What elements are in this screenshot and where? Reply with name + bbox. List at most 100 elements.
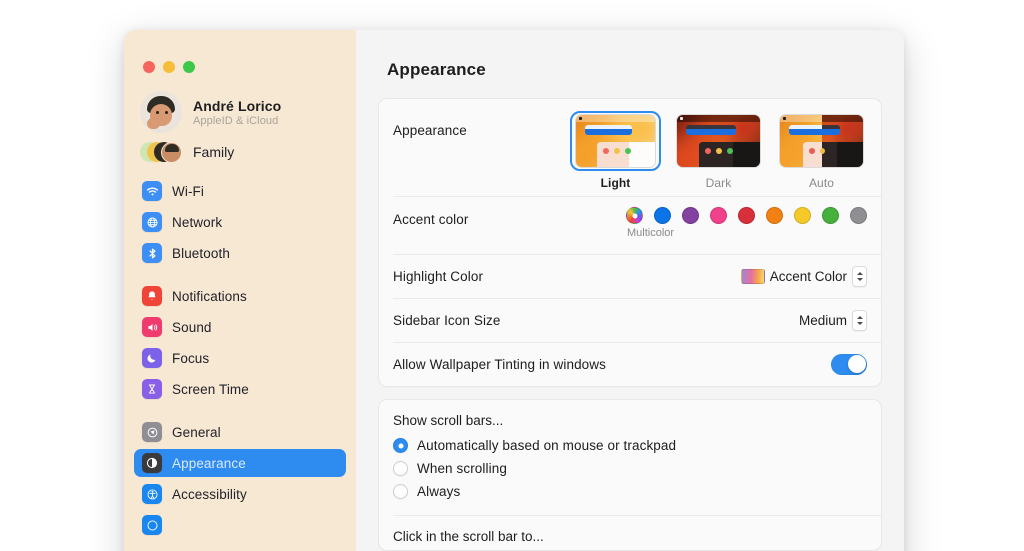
sidebar-icon-size-row: Sidebar Icon Size Medium [379, 298, 881, 342]
sidebar-icon-size-popup[interactable]: Medium [798, 309, 867, 331]
sidebar-item-partial[interactable] [134, 511, 346, 539]
gradient-swatch-icon [740, 268, 765, 284]
profile-subtitle: AppleID & iCloud [193, 114, 279, 127]
sidebar-item-family[interactable]: Family [134, 129, 346, 165]
radio-icon[interactable] [393, 438, 408, 453]
window-controls [134, 30, 346, 73]
sidebar-item-network[interactable]: Network [134, 208, 346, 236]
accent-swatches [626, 207, 867, 224]
sidebar-item-label: Focus [172, 350, 210, 366]
profile-name: André Lorico [193, 97, 282, 114]
accent-swatch-green[interactable] [822, 207, 839, 224]
sidebar-item-bluetooth[interactable]: Bluetooth [134, 239, 346, 267]
appearance-row: Appearance Light Dark Auto [379, 99, 881, 196]
appearance-option-label: Dark [705, 176, 732, 190]
sidebar-item-screen-time[interactable]: Screen Time [134, 375, 346, 403]
chevron-updown-icon[interactable] [852, 265, 867, 287]
sidebar-item-appearance[interactable]: Appearance [134, 449, 346, 477]
screen: André Lorico AppleID & iCloud Family Wi-… [0, 0, 1024, 551]
accent-swatch-multicolor[interactable] [626, 207, 643, 224]
sidebar-group-system: Notifications Sound Focus Screen Time [134, 282, 346, 418]
accent-color-label: Accent color [393, 212, 469, 227]
sidebar-item-sound[interactable]: Sound [134, 313, 346, 341]
accent-caption: Multicolor [627, 227, 675, 239]
appearance-icon [142, 453, 162, 473]
accent-swatch-red[interactable] [738, 207, 755, 224]
close-button[interactable] [143, 61, 155, 73]
dark-theme-thumbnail [676, 114, 761, 168]
content-pane: Appearance Appearance Light Dark Auto Ac… [356, 30, 904, 551]
scroll-bars-option-when-scrolling[interactable]: When scrolling [393, 457, 867, 480]
scroll-bars-option-label: When scrolling [417, 461, 507, 476]
hourglass-icon [142, 379, 162, 399]
family-avatars-icon [140, 139, 182, 165]
highlight-color-label: Highlight Color [393, 268, 484, 284]
scroll-bars-options: Automatically based on mouse or trackpad… [379, 434, 881, 515]
sidebar-item-label: Network [172, 214, 223, 230]
sidebar-item-notifications[interactable]: Notifications [134, 282, 346, 310]
scroll-bars-card: Show scroll bars... Automatically based … [378, 399, 882, 551]
sidebar-item-label: Notifications [172, 288, 247, 304]
sidebar-item-focus[interactable]: Focus [134, 344, 346, 372]
appearance-option-label: Light [600, 176, 631, 190]
radio-icon[interactable] [393, 484, 408, 499]
sidebar-item-label: Sound [172, 319, 212, 335]
control-center-icon [142, 515, 162, 535]
sidebar-item-label: Accessibility [172, 486, 247, 502]
wallpaper-tinting-label: Allow Wallpaper Tinting in windows [393, 356, 606, 372]
maximize-button[interactable] [183, 61, 195, 73]
appearance-options: Light Dark Auto [570, 107, 867, 190]
sidebar: André Lorico AppleID & iCloud Family Wi-… [124, 30, 356, 551]
accessibility-icon [142, 484, 162, 504]
bell-icon [142, 286, 162, 306]
system-settings-window: André Lorico AppleID & iCloud Family Wi-… [124, 30, 904, 551]
accent-swatch-blue[interactable] [654, 207, 671, 224]
sidebar-item-accessibility[interactable]: Accessibility [134, 480, 346, 508]
radio-icon[interactable] [393, 461, 408, 476]
appearance-option-auto[interactable]: Auto [776, 111, 867, 190]
accent-swatch-orange[interactable] [766, 207, 783, 224]
sidebar-group-network: Wi-Fi Network Bluetooth [134, 177, 346, 282]
moon-icon [142, 348, 162, 368]
sidebar-item-label: Bluetooth [172, 245, 230, 261]
bluetooth-icon [142, 243, 162, 263]
profile-row[interactable]: André Lorico AppleID & iCloud [134, 73, 346, 133]
scroll-bars-option-label: Automatically based on mouse or trackpad [417, 438, 677, 453]
scroll-bars-heading: Show scroll bars... [393, 413, 504, 428]
globe-icon [142, 212, 162, 232]
chevron-updown-icon[interactable] [852, 309, 867, 331]
speaker-icon [142, 317, 162, 337]
sidebar-group-preferences: General Appearance Accessibility [134, 418, 346, 551]
wallpaper-tinting-row: Allow Wallpaper Tinting in windows [379, 342, 881, 386]
accent-swatch-yellow[interactable] [794, 207, 811, 224]
accent-color-row: Accent color Multicolor [379, 196, 881, 254]
accent-swatch-graphite[interactable] [850, 207, 867, 224]
auto-theme-thumbnail [779, 114, 864, 168]
avatar [140, 91, 182, 133]
page-title: Appearance [387, 60, 486, 79]
selection-ring [570, 111, 661, 171]
minimize-button[interactable] [163, 61, 175, 73]
appearance-option-dark[interactable]: Dark [673, 111, 764, 190]
scroll-bars-option-label: Always [417, 484, 461, 499]
sidebar-nav: Wi-Fi Network Bluetooth Notifications So… [134, 165, 346, 551]
wallpaper-tinting-toggle[interactable] [831, 353, 867, 375]
appearance-settings-card: Appearance Light Dark Auto Accent color … [378, 98, 882, 387]
accent-swatch-purple[interactable] [682, 207, 699, 224]
sidebar-item-label: Wi-Fi [172, 183, 204, 199]
sidebar-icon-size-label: Sidebar Icon Size [393, 312, 501, 328]
gear-icon [142, 422, 162, 442]
sidebar-icon-size-value: Medium [798, 312, 847, 328]
sidebar-item-general[interactable]: General [134, 418, 346, 446]
scroll-bars-option-always[interactable]: Always [393, 480, 867, 503]
click-scroll-bar-heading: Click in the scroll bar to... [393, 529, 544, 544]
accent-swatch-pink[interactable] [710, 207, 727, 224]
appearance-label: Appearance [393, 123, 467, 138]
appearance-option-light[interactable]: Light [570, 111, 661, 190]
appearance-option-label: Auto [808, 176, 835, 190]
highlight-color-popup[interactable]: Accent Color [740, 265, 867, 287]
highlight-color-value: Accent Color [769, 268, 847, 284]
light-theme-thumbnail [575, 114, 656, 168]
scroll-bars-option-automatic[interactable]: Automatically based on mouse or trackpad [393, 434, 867, 457]
sidebar-item-wi-fi[interactable]: Wi-Fi [134, 177, 346, 205]
